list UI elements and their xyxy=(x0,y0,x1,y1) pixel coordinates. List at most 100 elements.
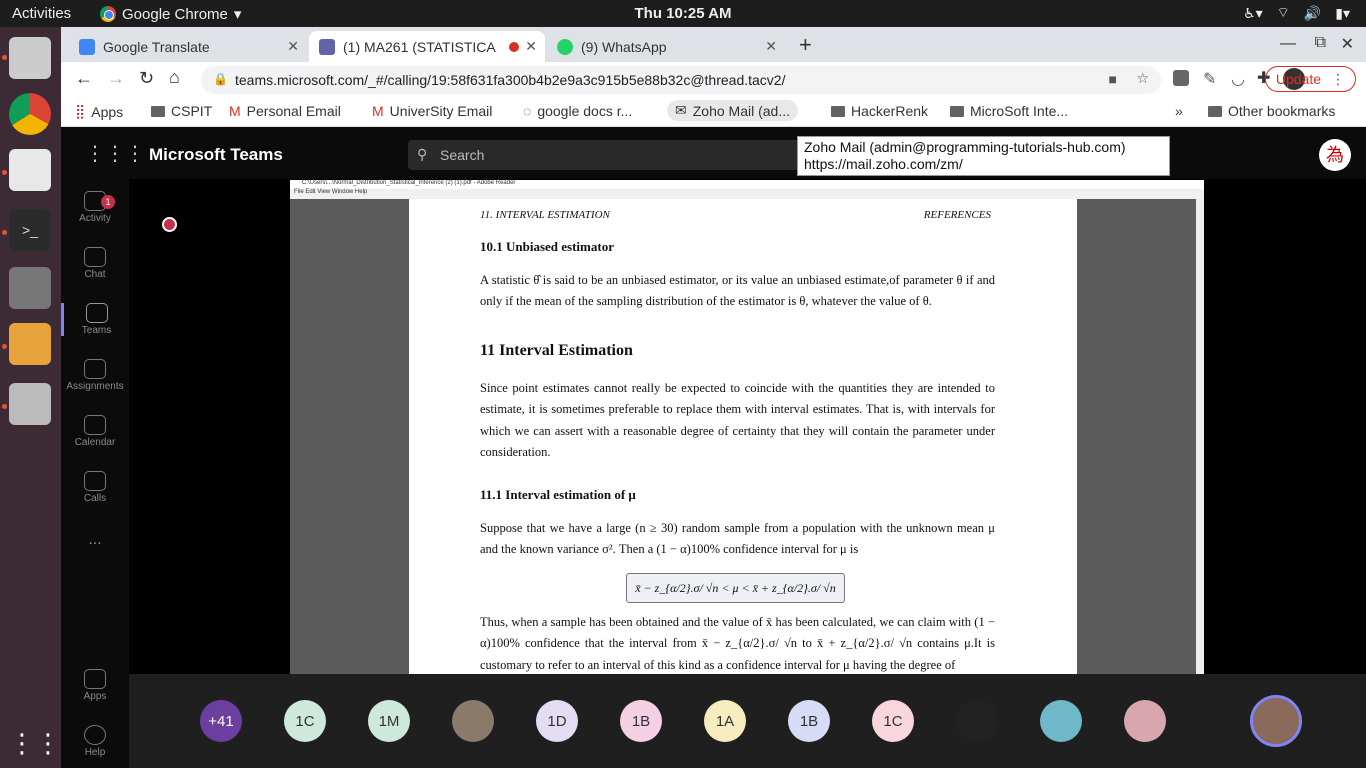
translate-icon xyxy=(79,38,95,55)
search-placeholder: Search xyxy=(440,147,485,163)
apps-grid-icon: ⣿ xyxy=(75,103,86,119)
back-button[interactable]: ← xyxy=(75,68,93,89)
rail-activity[interactable]: 1 Activity xyxy=(61,191,129,224)
scanner-icon[interactable] xyxy=(9,383,51,425)
more-menu-icon: ⋮ xyxy=(1331,70,1345,87)
running-header: 11. INTERVAL ESTIMATION REFERENCES xyxy=(480,209,991,221)
bookmark-hackerrank[interactable]: HackerRenk xyxy=(831,103,928,119)
activities-button[interactable]: Activities xyxy=(12,5,71,22)
google-docs-icon: ◌ xyxy=(523,103,532,119)
rail-calls[interactable]: Calls xyxy=(61,471,129,504)
section-heading: 10.1 Unbiased estimator xyxy=(480,239,614,254)
rail-apps[interactable]: Apps xyxy=(61,669,129,702)
assignments-icon xyxy=(84,359,106,379)
more-bookmarks-button[interactable]: » xyxy=(1175,103,1183,119)
text-editor-icon[interactable] xyxy=(9,149,51,191)
section-heading: 11 Interval Estimation xyxy=(480,342,633,359)
tab-whatsapp[interactable]: (9) WhatsApp ✕ xyxy=(547,31,785,62)
bookmark-microsoft[interactable]: MicroSoft Inte... xyxy=(950,103,1068,119)
calendar-icon xyxy=(84,415,106,435)
close-window-button[interactable]: ✕ xyxy=(1341,34,1354,54)
minimize-button[interactable]: — xyxy=(1280,35,1296,53)
user-avatar[interactable]: 為 xyxy=(1319,139,1351,171)
pocket-icon[interactable]: ◡ xyxy=(1231,69,1245,89)
participant-avatar[interactable]: 1C xyxy=(284,700,326,742)
new-tab-button[interactable]: + xyxy=(799,32,812,58)
terminal-icon[interactable]: >_ xyxy=(9,209,51,251)
bookmark-google-docs[interactable]: ◌ google docs r... xyxy=(523,103,632,119)
participant-avatar[interactable]: 1A xyxy=(704,700,746,742)
volume-icon[interactable]: 🔊 xyxy=(1304,5,1321,22)
folder-icon xyxy=(1208,105,1222,117)
rail-assignments[interactable]: Assignments xyxy=(61,359,129,392)
app-menu[interactable]: Google Chrome ▾ xyxy=(100,5,241,23)
bookmark-zoho-mail[interactable]: ✉ Zoho Mail (ad... xyxy=(667,100,798,121)
accessibility-icon[interactable]: ♿▾ xyxy=(1243,5,1263,22)
participant-avatar[interactable]: 1C xyxy=(872,700,914,742)
camera-icon[interactable]: ■ xyxy=(1109,71,1117,87)
help-icon xyxy=(84,725,106,745)
close-icon[interactable]: ✕ xyxy=(525,38,537,55)
bookmark-personal-email[interactable]: M Personal Email xyxy=(229,103,341,119)
sublime-icon[interactable] xyxy=(9,323,51,365)
system-tray[interactable]: ♿▾ ⌔ 🔊 ▮▾ xyxy=(1243,4,1350,22)
participant-avatar[interactable]: 1M xyxy=(368,700,410,742)
search-input[interactable]: ⚲ Search xyxy=(408,140,838,170)
participant-avatar[interactable]: 1B xyxy=(788,700,830,742)
files-icon[interactable] xyxy=(9,37,51,79)
system-top-bar: Activities Google Chrome ▾ Thu 10:25 AM … xyxy=(0,0,1366,27)
recording-icon xyxy=(162,217,177,232)
folder-icon xyxy=(831,105,845,117)
rail-chat[interactable]: Chat xyxy=(61,247,129,280)
bookmark-star-icon[interactable]: ☆ xyxy=(1136,70,1149,87)
eyedropper-icon[interactable]: ✎ xyxy=(1203,69,1216,89)
self-video-avatar[interactable] xyxy=(1250,695,1302,747)
bookmark-cspit[interactable]: CSPIT xyxy=(151,103,212,119)
forward-button[interactable]: → xyxy=(107,68,125,89)
gmail-icon: M xyxy=(372,103,384,119)
running-indicator xyxy=(2,230,7,235)
teams-rail: 1 Activity Chat Teams Assignments Calend… xyxy=(61,179,129,768)
battery-icon[interactable]: ▮▾ xyxy=(1335,5,1350,22)
app-launcher-icon[interactable]: ⋮⋮⋮ xyxy=(85,141,145,166)
participant-avatar[interactable] xyxy=(1040,700,1082,742)
rail-teams[interactable]: Teams xyxy=(61,303,129,336)
participant-avatar[interactable] xyxy=(956,700,998,742)
tab-google-translate[interactable]: Google Translate ✕ xyxy=(69,31,307,62)
app-name: Google Chrome xyxy=(122,5,228,23)
paragraph: A statistic θ̂ is said to be an unbiased… xyxy=(480,273,995,309)
rail-help[interactable]: Help xyxy=(61,725,129,758)
participant-avatar[interactable]: 1B xyxy=(620,700,662,742)
maximize-button[interactable]: ⧉ xyxy=(1315,34,1326,52)
wifi-icon[interactable]: ⌔ xyxy=(1277,4,1290,22)
zoho-mail-icon: ✉ xyxy=(675,102,687,118)
pdf-scrollbar[interactable] xyxy=(1196,199,1204,674)
participant-avatar[interactable]: 1D xyxy=(536,700,578,742)
chevron-down-icon: ▾ xyxy=(233,6,242,23)
extension-icon[interactable] xyxy=(1173,70,1189,86)
lock-icon: 🔒 xyxy=(213,72,228,86)
update-button[interactable]: Update ⋮ xyxy=(1264,66,1356,92)
close-icon[interactable]: ✕ xyxy=(287,38,299,55)
participant-avatar[interactable]: +41 xyxy=(200,700,242,742)
other-bookmarks[interactable]: Other bookmarks xyxy=(1208,103,1335,119)
gmail-icon: M xyxy=(229,103,241,119)
close-icon[interactable]: ✕ xyxy=(765,38,777,55)
chrome-icon[interactable] xyxy=(9,93,51,135)
show-apps-icon[interactable]: ⋮⋮ xyxy=(9,723,61,765)
rail-calendar[interactable]: Calendar xyxy=(61,415,129,448)
bookmark-apps[interactable]: ⣿ Apps xyxy=(75,103,123,120)
teams-icon xyxy=(319,38,335,55)
teams-icon xyxy=(85,303,108,323)
tab-teams[interactable]: (1) MA261 (STATISTICA ✕ xyxy=(309,31,545,62)
reload-button[interactable]: ↻ xyxy=(139,68,154,89)
phone-icon xyxy=(84,471,106,491)
rail-more[interactable]: ... xyxy=(61,531,129,549)
participant-avatar[interactable] xyxy=(1124,700,1166,742)
calculator-icon[interactable] xyxy=(9,267,51,309)
participant-avatar[interactable] xyxy=(452,700,494,742)
bookmark-university-email[interactable]: M UniverSity Email xyxy=(372,103,492,119)
home-button[interactable]: ⌂ xyxy=(169,67,180,88)
address-bar[interactable]: 🔒 teams.microsoft.com/_#/calling/19:58f6… xyxy=(201,66,1161,94)
chrome-icon xyxy=(100,6,116,22)
